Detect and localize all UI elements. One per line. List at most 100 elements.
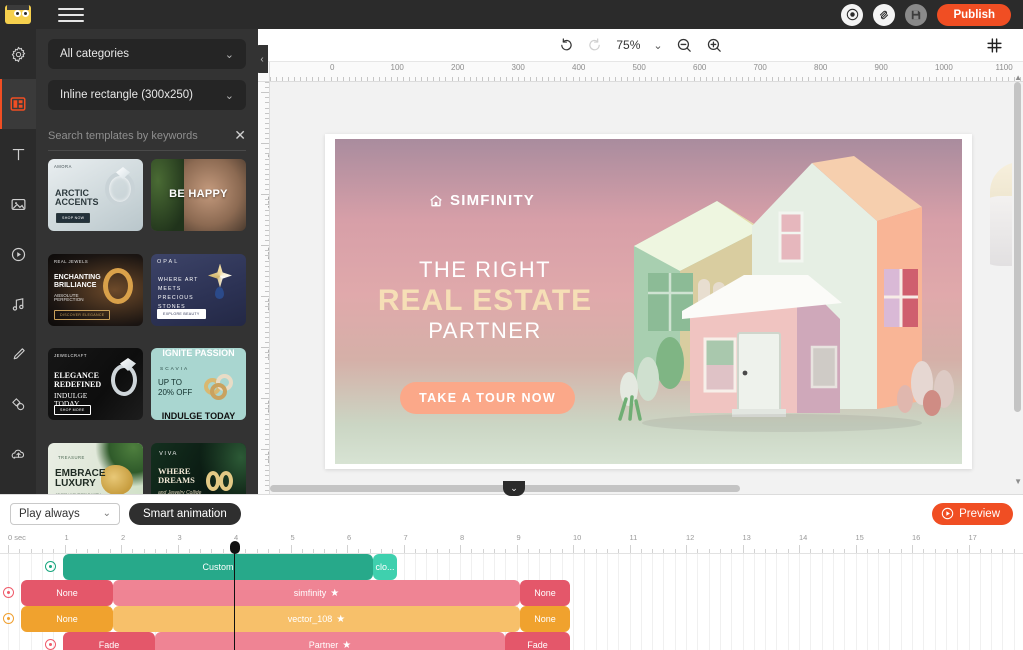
template-card-enchanting-brilliance[interactable]: REAL JEWELS ENCHANTING BRILLIANCE ABSOLU…: [48, 253, 143, 326]
canvas-horizontal-scrollbar[interactable]: [270, 483, 1011, 494]
timeline-ruler-tick: [64, 545, 66, 553]
timeline-ruler[interactable]: 0 sec123456789101112131415161718: [0, 532, 1023, 554]
ruler-tick: [265, 224, 269, 226]
zoom-out-icon[interactable]: [676, 37, 693, 54]
save-icon[interactable]: [905, 3, 928, 26]
timeline-clip[interactable]: None: [520, 606, 570, 632]
ruler-tick: [265, 331, 269, 333]
template-card-ignite-passion[interactable]: IGNITE PASSION SCAVIA UP TO 20% OFF INDU…: [151, 348, 246, 420]
sidebar-item-brush[interactable]: [0, 329, 36, 379]
timeline-clip[interactable]: None: [520, 580, 570, 606]
undo-icon[interactable]: [558, 37, 574, 53]
timeline-collapse-button[interactable]: ⌄: [503, 481, 525, 496]
link-attachment-icon[interactable]: [873, 3, 896, 26]
size-select[interactable]: Inline rectangle (300x250) ⌄: [48, 80, 246, 110]
canvas-viewport[interactable]: SIMFINITY THE RIGHT REAL ESTATE PARTNER …: [270, 82, 1023, 494]
preview-button[interactable]: Preview: [932, 502, 1013, 525]
sidebar-item-text[interactable]: [0, 129, 36, 179]
timeline-clip[interactable]: simfinity ★: [113, 580, 520, 606]
category-select[interactable]: All categories ⌄: [48, 39, 246, 69]
timeline-clip[interactable]: Fade: [505, 632, 570, 650]
horizontal-ruler[interactable]: 0100200300400500600700800900100011001200: [270, 62, 1023, 82]
play-mode-select[interactable]: Play always ⌄: [10, 502, 120, 525]
track-partner[interactable]: Fade Partner ★ Fade: [0, 632, 1023, 650]
keyframe-star-icon[interactable]: ★: [330, 588, 339, 599]
ruler-label: 0: [330, 63, 335, 72]
ruler-tick: [741, 77, 743, 81]
search-input[interactable]: [48, 129, 229, 142]
preview-record-icon[interactable]: [841, 3, 864, 26]
track-custom[interactable]: Custom clo...: [0, 554, 1023, 580]
house-illustration[interactable]: [612, 151, 962, 451]
ad-banner[interactable]: SIMFINITY THE RIGHT REAL ESTATE PARTNER …: [335, 139, 962, 464]
canvas-vertical-scrollbar[interactable]: ▲ ▼: [1012, 73, 1023, 486]
ruler-tick: [766, 77, 768, 81]
sidebar-item-shapes[interactable]: [0, 379, 36, 429]
timeline-clip[interactable]: Custom: [63, 554, 373, 580]
zoom-chevron-down-icon[interactable]: ⌄: [653, 39, 662, 52]
collapse-panel-button[interactable]: ‹: [256, 45, 268, 73]
keyframe-star-icon[interactable]: ★: [336, 614, 345, 625]
track-visibility-icon[interactable]: [45, 639, 56, 650]
template-cta: INDULGE TODAY: [161, 410, 236, 420]
scroll-down-icon[interactable]: ▼: [1014, 477, 1022, 486]
timeline-clip[interactable]: Partner ★: [155, 632, 505, 650]
template-card-elegance-redefined[interactable]: JEWELCRAFT ELEGANCE REDEFINED INDULGE TO…: [48, 348, 143, 420]
scroll-up-icon[interactable]: ▲: [1014, 73, 1022, 82]
publish-button[interactable]: Publish: [937, 3, 1011, 26]
track-visibility-icon[interactable]: [3, 613, 14, 624]
menu-icon[interactable]: [58, 5, 84, 25]
timeline-ruler-tick: [109, 549, 111, 553]
track-vector-108[interactable]: None vector_108 ★ None: [0, 606, 1023, 632]
pendant-illustration: [208, 263, 232, 288]
ruler-tick: [590, 77, 592, 81]
ruler-tick: [433, 77, 435, 81]
app-logo[interactable]: [0, 0, 36, 29]
template-card-be-happy[interactable]: BE HAPPY: [151, 159, 246, 231]
ruler-tick: [265, 469, 269, 471]
timeline-playhead[interactable]: [229, 541, 240, 650]
timeline-ruler-tick: [53, 549, 55, 553]
clear-search-icon[interactable]: ✕: [228, 127, 246, 144]
timeline-ruler-tick: [753, 549, 755, 553]
ruler-tick: [265, 413, 269, 415]
track-simfinity[interactable]: None simfinity ★ None: [0, 580, 1023, 606]
timeline-ruler-tick: [245, 549, 247, 553]
track-visibility-icon[interactable]: [3, 587, 14, 598]
template-card-opal[interactable]: OPAL WHERE ART MEETS PRECIOUS STONES EXP…: [151, 253, 246, 326]
timeline-clip[interactable]: Fade: [63, 632, 155, 650]
artboard[interactable]: SIMFINITY THE RIGHT REAL ESTATE PARTNER …: [325, 134, 972, 469]
timeline-ruler-tick: [41, 549, 43, 553]
track-visibility-icon[interactable]: [45, 561, 56, 572]
sidebar-item-image[interactable]: [0, 179, 36, 229]
ad-brand-lockup[interactable]: SIMFINITY: [428, 192, 535, 209]
ruler-tick: [306, 77, 308, 81]
scrollbar-thumb[interactable]: [1014, 82, 1021, 412]
sidebar-item-video[interactable]: [0, 229, 36, 279]
keyframe-star-icon[interactable]: ★: [342, 640, 351, 650]
vertical-ruler[interactable]: 0100200300400500600700: [258, 82, 270, 494]
ruler-tick: [554, 77, 556, 81]
sidebar-item-upload[interactable]: [0, 429, 36, 479]
template-brand: JEWELCRAFT: [54, 353, 87, 358]
sidebar-item-audio[interactable]: [0, 279, 36, 329]
timeline-clip[interactable]: vector_108 ★: [113, 606, 520, 632]
sidebar-item-settings[interactable]: [0, 29, 36, 79]
smart-animation-button[interactable]: Smart animation: [129, 502, 241, 525]
playhead-knob[interactable]: [229, 541, 240, 554]
text-icon: [12, 148, 24, 160]
ruler-tick: [536, 77, 538, 81]
timeline-tracks[interactable]: Custom clo... None simfinity ★ None None vector…: [0, 554, 1023, 650]
timeline-clip[interactable]: None: [21, 606, 113, 632]
sidebar-item-templates[interactable]: [0, 79, 36, 129]
timeline-clip[interactable]: None: [21, 580, 113, 606]
ruler-tick: [572, 77, 574, 81]
template-card-arctic-accents[interactable]: AMORA ARCTIC ACCENTS SHOP NOW: [48, 159, 143, 231]
timeline-clip[interactable]: clo...: [373, 554, 397, 580]
grid-icon[interactable]: [986, 37, 1003, 54]
zoom-in-icon[interactable]: [706, 37, 723, 54]
redo-icon[interactable]: [587, 37, 603, 53]
timeline-ruler-tick: [437, 549, 439, 553]
ad-cta-button[interactable]: TAKE A TOUR NOW: [400, 382, 575, 414]
ruler-tick: [463, 77, 465, 81]
